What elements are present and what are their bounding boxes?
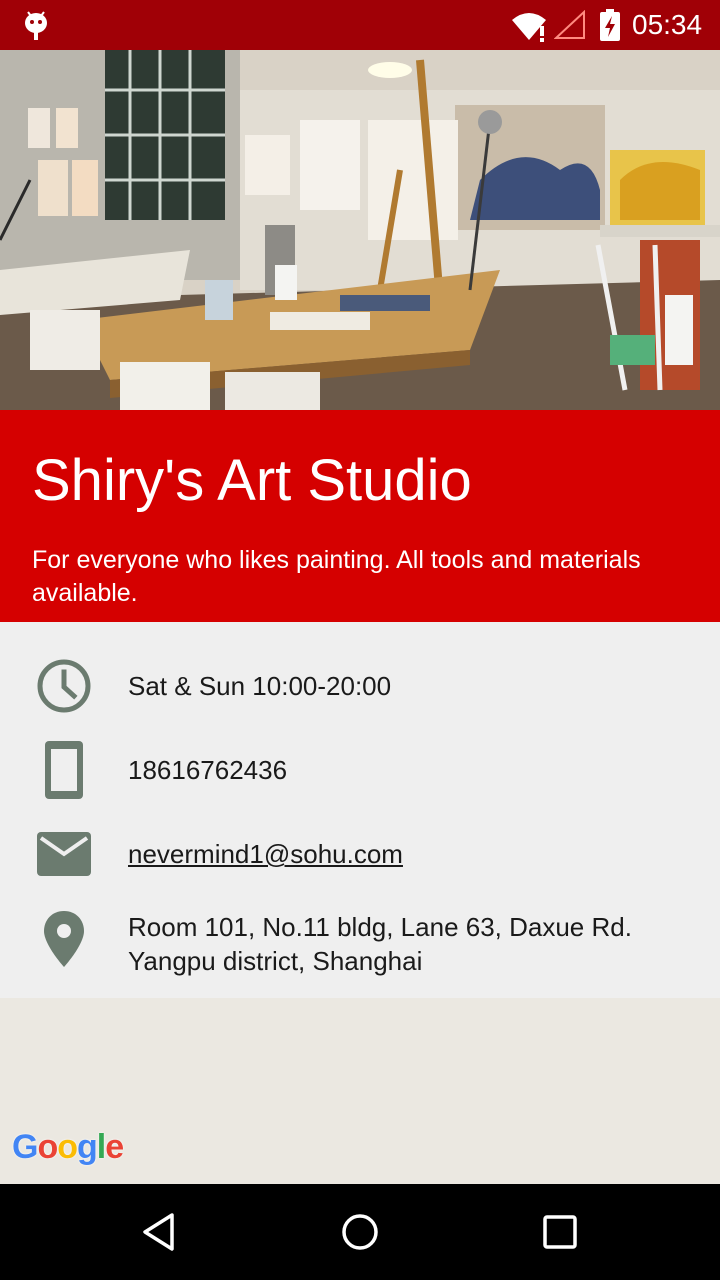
phone-icon xyxy=(45,741,83,799)
status-bar: 05:34 xyxy=(0,0,720,50)
location-pin-icon xyxy=(44,911,84,967)
studio-name: Shiry's Art Studio xyxy=(32,448,472,513)
email-link[interactable]: nevermind1@sohu.com xyxy=(128,837,403,871)
cell-signal-icon xyxy=(554,10,585,39)
studio-hero-image xyxy=(0,50,720,410)
clock-icon xyxy=(37,659,91,713)
email-icon xyxy=(37,832,91,876)
studio-address[interactable]: Room 101, No.11 bldg, Lane 63, Daxue Rd.… xyxy=(128,910,708,978)
opening-hours: Sat & Sun 10:00-20:00 xyxy=(128,671,392,701)
home-icon[interactable] xyxy=(340,1212,380,1252)
google-logo: Google xyxy=(12,1128,124,1166)
android-debug-icon xyxy=(25,11,47,40)
wifi-icon xyxy=(512,13,546,42)
back-icon[interactable] xyxy=(140,1212,180,1252)
status-clock: 05:34 xyxy=(632,9,703,40)
map-view[interactable]: Google xyxy=(0,998,720,1184)
studio-header: Shiry's Art Studio For everyone who like… xyxy=(0,410,720,622)
battery-charging-icon xyxy=(600,9,620,41)
studio-info-list: Sat & Sun 10:00-20:00 18616762436 neverm… xyxy=(0,622,720,998)
studio-description: For everyone who likes painting. All too… xyxy=(32,546,641,607)
phone-number[interactable]: 18616762436 xyxy=(128,753,287,787)
recent-apps-icon[interactable] xyxy=(540,1212,580,1252)
system-nav-bar xyxy=(0,1184,720,1280)
